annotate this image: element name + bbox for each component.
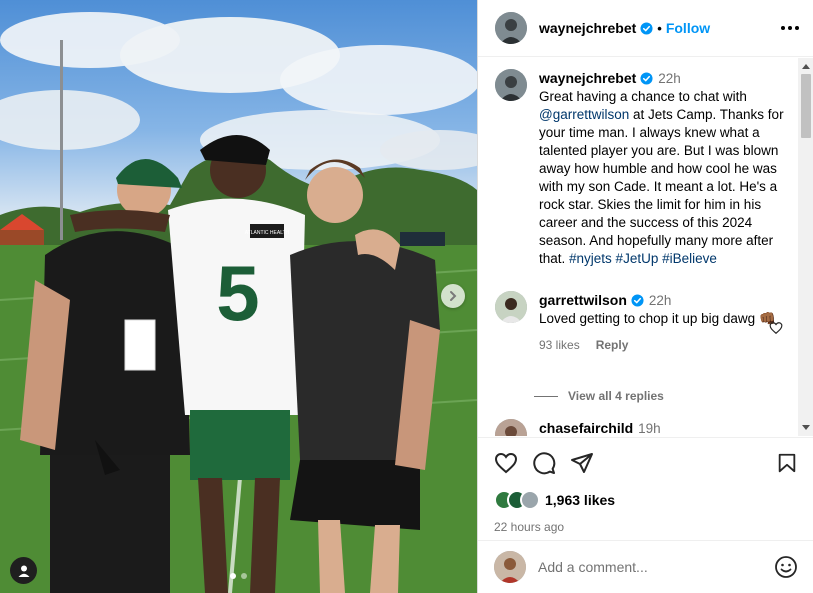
caption-author[interactable]: waynejchrebet (539, 70, 636, 86)
comment-text-body: Loved getting to chop it up big dawg (539, 311, 756, 326)
post-side-panel: waynejchrebet • Follow waynejchrebet 22h (477, 0, 813, 593)
like-comment-icon[interactable] (769, 321, 783, 335)
caption-entry: waynejchrebet 22h Great having a chance t… (495, 69, 785, 268)
comment-bubble-icon[interactable] (532, 451, 556, 475)
avatar-image (494, 551, 526, 583)
scrollbar-thumb[interactable] (801, 74, 811, 138)
like-heart-icon[interactable] (494, 451, 518, 475)
follow-button[interactable]: Follow (666, 20, 710, 36)
share-send-icon[interactable] (570, 451, 594, 475)
liker-avatar (520, 490, 540, 510)
avatar-image (495, 69, 527, 101)
caption-text: Great having a chance to chat with @garr… (539, 88, 785, 268)
avatar-image (495, 291, 527, 323)
caption-time[interactable]: 22h (658, 71, 681, 86)
caption-text-part: Great having a chance to chat with (539, 89, 747, 104)
scroll-up-arrow-icon[interactable] (802, 64, 810, 69)
chevron-right-icon (450, 291, 457, 301)
post-actions: 1,963 likes 22 hours ago (478, 437, 813, 534)
commenter-avatar[interactable] (495, 291, 527, 323)
author-username[interactable]: waynejchrebet (539, 20, 636, 36)
avatar-image (495, 419, 527, 436)
verified-badge-icon (631, 294, 644, 307)
carousel-dot-1 (230, 573, 236, 579)
next-image-button[interactable] (441, 284, 465, 308)
caption-author-avatar[interactable] (495, 69, 527, 101)
viewer-avatar (494, 551, 526, 583)
jersey-patch: ATLANTIC HEALTH (245, 230, 290, 236)
post-timestamp[interactable]: 22 hours ago (478, 520, 813, 534)
comment-time[interactable]: 22h (649, 293, 672, 308)
view-replies-button[interactable]: View all 4 replies (534, 389, 664, 403)
scroll-down-arrow-icon[interactable] (802, 425, 810, 430)
comment-input[interactable]: Add a comment... (538, 559, 648, 575)
likes-count[interactable]: 1,963 likes (545, 492, 615, 508)
comment-composer: Add a comment... (478, 540, 813, 593)
comment-time[interactable]: 19h (638, 421, 661, 436)
comment-text: Loved getting to chop it up big dawg 👊🏾 (539, 310, 785, 328)
carousel-indicator (0, 573, 477, 579)
more-options-icon[interactable] (781, 26, 799, 30)
mention-link[interactable]: @garrettwilson (539, 107, 629, 122)
commenter-avatar[interactable] (495, 419, 527, 436)
author-avatar[interactable] (495, 12, 527, 44)
carousel-dot-2 (241, 573, 247, 579)
verified-badge-icon (640, 72, 653, 85)
caption-text-part: at Jets Camp. Thanks for your time man. … (539, 107, 784, 266)
header-separator: • (657, 20, 662, 36)
emoji-picker-icon[interactable] (774, 555, 798, 579)
tagged-users-button[interactable] (10, 557, 37, 584)
avatar-image (495, 12, 527, 44)
reply-button[interactable]: Reply (596, 336, 629, 354)
verified-badge-icon (640, 21, 653, 35)
save-bookmark-icon[interactable] (776, 452, 798, 474)
photo-scene: 5 ATLANTIC HEALTH (0, 12, 477, 593)
view-replies-label: View all 4 replies (568, 389, 664, 403)
comments-list[interactable]: waynejchrebet 22h Great having a chance t… (478, 58, 813, 436)
hashtags-link[interactable]: #nyjets #JetUp #iBelieve (569, 251, 717, 266)
post-header: waynejchrebet • Follow (478, 0, 813, 57)
comments-scrollbar[interactable] (798, 58, 813, 436)
comment-item: garrettwilson 22h Loved getting to chop i… (495, 291, 785, 354)
commenter-username[interactable]: chasefairchild (539, 420, 633, 436)
commenter-username[interactable]: garrettwilson (539, 292, 627, 308)
post-photo[interactable]: 5 ATLANTIC HEALTH (0, 0, 477, 593)
comment-item: chasefairchild 19h (495, 419, 785, 436)
jersey-number: 5 (216, 249, 259, 337)
comment-likes[interactable]: 93 likes (539, 336, 580, 354)
likes-summary[interactable]: 1,963 likes (478, 488, 813, 512)
